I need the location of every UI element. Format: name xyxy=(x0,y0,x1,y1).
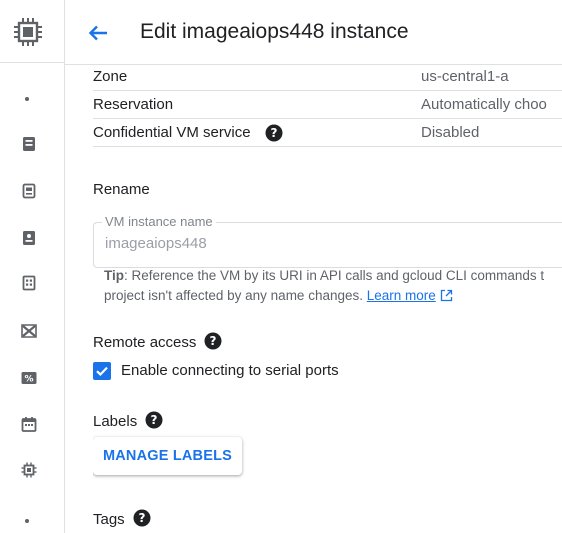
edit-form: Zone us-central1-a Reservation Automatic… xyxy=(93,64,562,533)
row-divider xyxy=(93,118,562,119)
page-header: Edit imageaiops448 instance xyxy=(65,0,562,65)
checkmark-icon xyxy=(96,366,108,377)
tags-title-text: Tags xyxy=(93,511,125,528)
detail-key: Zone xyxy=(93,68,128,85)
svg-text:?: ? xyxy=(271,126,278,140)
svg-text:?: ? xyxy=(151,413,158,427)
help-icon[interactable]: ? xyxy=(145,411,163,429)
field-label: VM instance name xyxy=(102,214,216,229)
rail-divider xyxy=(0,62,64,63)
instance-templates-icon[interactable] xyxy=(20,182,38,200)
detail-value: us-central1-a xyxy=(421,68,509,85)
help-icon[interactable]: ? xyxy=(133,509,151,527)
tags-section-title: Tags ? xyxy=(93,509,151,528)
page-title: Edit imageaiops448 instance xyxy=(140,20,409,43)
tip-text: : Reference the VM by its URI in API cal… xyxy=(124,268,545,283)
row-divider xyxy=(93,146,562,147)
external-link-icon[interactable] xyxy=(440,289,453,302)
committed-use-discounts-icon[interactable]: % xyxy=(20,369,38,387)
rename-tip: Tip: Reference the VM by its URI in API … xyxy=(104,266,562,306)
detail-value: Automatically choo xyxy=(421,96,547,113)
labels-section-title: Labels ? xyxy=(93,411,163,430)
vm-instances-icon[interactable] xyxy=(20,135,38,153)
remote-access-title-text: Remote access xyxy=(93,334,197,351)
learn-more-link[interactable]: Learn more xyxy=(367,288,436,303)
help-icon[interactable]: ? xyxy=(204,332,222,350)
rail-dot-icon xyxy=(25,97,29,101)
serial-ports-checkbox[interactable] xyxy=(93,362,111,380)
left-nav-rail: % xyxy=(0,0,65,533)
back-arrow-icon[interactable] xyxy=(87,22,109,44)
machine-images-icon[interactable] xyxy=(20,274,38,292)
rail-dot-icon xyxy=(25,519,29,523)
detail-row-zone: Zone us-central1-a xyxy=(93,64,562,92)
vm-instance-name-field[interactable]: VM instance name xyxy=(93,214,562,268)
rename-section-title: Rename xyxy=(93,181,150,198)
svg-text:?: ? xyxy=(210,334,217,348)
detail-row-confidential-vm: Confidential VM service ? Disabled xyxy=(93,120,562,148)
manage-labels-button[interactable]: MANAGE LABELS xyxy=(93,437,242,475)
detail-key: Confidential VM service xyxy=(93,124,251,141)
remote-access-section-title: Remote access ? xyxy=(93,332,222,351)
detail-value: Disabled xyxy=(421,124,480,141)
compute-engine-logo-icon[interactable] xyxy=(12,16,44,48)
tip-text: project isn't affected by any name chang… xyxy=(104,288,363,303)
vm-instance-name-input[interactable] xyxy=(105,235,545,252)
svg-text:?: ? xyxy=(138,511,145,525)
help-icon[interactable]: ? xyxy=(265,124,283,142)
detail-key: Reservation xyxy=(93,96,174,113)
sole-tenant-nodes-icon[interactable] xyxy=(20,229,38,247)
svg-text:%: % xyxy=(24,375,33,385)
settings-chip-icon[interactable] xyxy=(20,461,38,479)
serial-ports-checkbox-label[interactable]: Enable connecting to serial ports xyxy=(121,362,339,379)
labels-title-text: Labels xyxy=(93,413,138,430)
reservations-calendar-icon[interactable] xyxy=(20,415,38,433)
tpus-icon[interactable] xyxy=(20,322,38,340)
detail-row-reservation: Reservation Automatically choo xyxy=(93,92,562,120)
tip-label: Tip xyxy=(104,268,124,283)
row-divider xyxy=(93,90,562,91)
